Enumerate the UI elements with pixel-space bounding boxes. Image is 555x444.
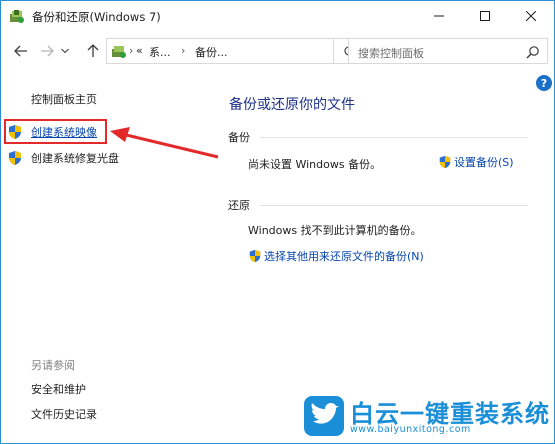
chevron-down-icon	[61, 48, 69, 54]
uac-shield-icon	[249, 249, 261, 263]
search-input[interactable]: 搜索控制面板	[348, 38, 548, 64]
close-button[interactable]	[508, 1, 554, 31]
breadcrumb-item-system[interactable]: 系...	[149, 44, 171, 60]
page-title: 备份或还原你的文件	[229, 97, 355, 113]
setup-backup-link[interactable]: 设置备份(S)	[438, 154, 514, 170]
uac-shield-icon	[9, 151, 21, 165]
minimize-icon	[434, 15, 444, 17]
select-other-backup-label: 选择其他用来还原文件的备份(N)	[264, 250, 424, 263]
search-placeholder: 搜索控制面板	[358, 47, 424, 60]
address-bar[interactable]: › « 系... › 备份...	[106, 38, 404, 64]
breadcrumb-overflow[interactable]: «	[136, 44, 143, 57]
close-icon	[526, 11, 536, 21]
watermark: 白云一键重装系统 www.baiyunxitong.com	[304, 396, 549, 438]
arrow-up-icon	[87, 44, 99, 57]
control-panel-icon	[112, 46, 126, 58]
recent-locations-button[interactable]	[59, 41, 71, 61]
uac-shield-icon	[439, 155, 451, 169]
search-icon[interactable]	[526, 45, 540, 59]
arrow-left-icon	[14, 45, 27, 57]
backup-section-heading: 备份	[228, 131, 250, 144]
breadcrumb-separator: ›	[129, 44, 134, 57]
title-bar: 备份和还原(Windows 7)	[1, 1, 554, 31]
see-also-heading: 另请参阅	[31, 359, 75, 372]
restore-section-heading: 还原	[228, 199, 250, 212]
section-divider	[260, 137, 528, 138]
back-button[interactable]	[11, 41, 31, 61]
navigation-bar: › « 系... › 备份... 搜索控制面板	[1, 31, 554, 71]
file-history-link[interactable]: 文件历史记录	[31, 406, 97, 422]
window-title: 备份和还原(Windows 7)	[32, 10, 161, 24]
section-divider	[260, 205, 528, 206]
backup-restore-app-icon	[10, 10, 24, 23]
up-button[interactable]	[83, 41, 103, 61]
restore-status-text: Windows 找不到此计算机的备份。	[248, 224, 422, 237]
help-icon[interactable]: ?	[536, 75, 552, 91]
watermark-url: www.baiyunxitong.com	[350, 424, 471, 435]
watermark-bird-logo	[304, 396, 344, 436]
annotation-arrow	[110, 127, 219, 159]
select-other-backup-link[interactable]: 选择其他用来还原文件的备份(N)	[248, 248, 424, 264]
setup-backup-label: 设置备份(S)	[454, 156, 514, 169]
arrow-right-icon	[41, 45, 54, 57]
create-repair-disc-link[interactable]: 创建系统修复光盘	[7, 149, 119, 167]
forward-button[interactable]	[37, 41, 57, 61]
minimize-button[interactable]	[416, 1, 462, 31]
breadcrumb-separator[interactable]: ›	[181, 44, 185, 57]
maximize-icon	[480, 11, 490, 21]
annotation-highlight-box	[4, 119, 107, 144]
task-label: 创建系统修复光盘	[31, 152, 119, 165]
breadcrumb-item-backup[interactable]: 备份...	[195, 44, 228, 60]
backup-status-text: 尚未设置 Windows 备份。	[248, 158, 382, 171]
bird-icon	[311, 403, 339, 424]
maximize-button[interactable]	[462, 1, 508, 31]
security-maintenance-link[interactable]: 安全和维护	[31, 381, 86, 397]
control-panel-home-link[interactable]: 控制面板主页	[31, 91, 97, 107]
